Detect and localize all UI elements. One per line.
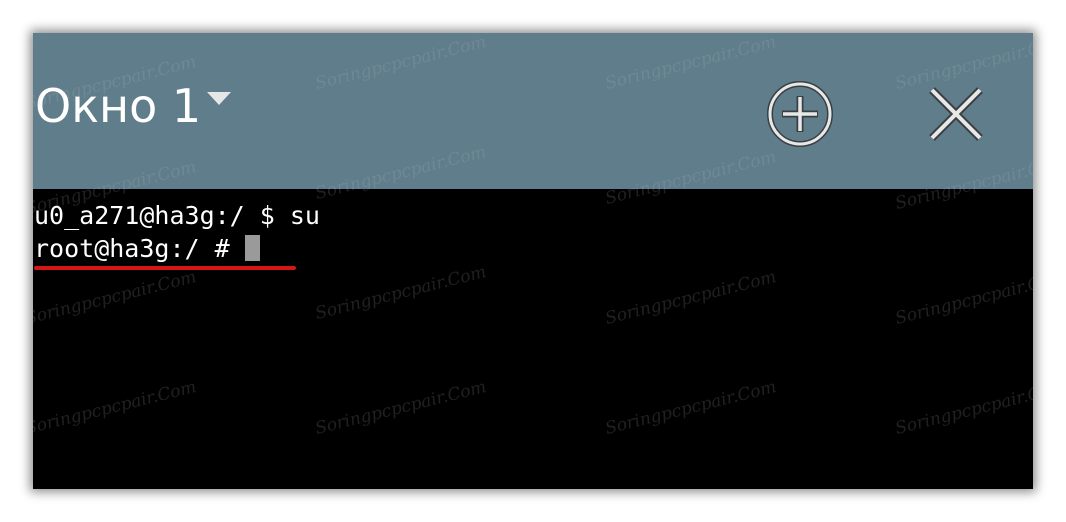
terminal-output[interactable]: u0_a271@ha3g:/ $ su root@ha3g:/ # xyxy=(33,189,1033,489)
screenshot-page: Окно 1 u0_a271@ha3g:/ $ su root@ha3g:/ # xyxy=(0,0,1066,522)
red-underline-annotation xyxy=(34,266,296,270)
terminal-app-window: Окно 1 u0_a271@ha3g:/ $ su root@ha3g:/ # xyxy=(33,33,1033,489)
terminal-prompt-line: root@ha3g:/ # xyxy=(34,235,260,261)
new-window-button[interactable] xyxy=(765,79,835,149)
close-window-button[interactable] xyxy=(921,79,991,149)
dropdown-arrow-icon xyxy=(207,91,232,105)
close-icon xyxy=(929,87,983,141)
terminal-line: u0_a271@ha3g:/ $ su xyxy=(34,201,320,230)
window-selector[interactable]: Окно 1 xyxy=(35,79,232,133)
text-cursor xyxy=(244,235,260,261)
root-prompt: root@ha3g:/ # xyxy=(34,234,230,263)
circle-plus-icon xyxy=(767,81,833,147)
title-bar: Окно 1 xyxy=(33,33,1033,189)
window-title-label: Окно 1 xyxy=(35,79,202,133)
